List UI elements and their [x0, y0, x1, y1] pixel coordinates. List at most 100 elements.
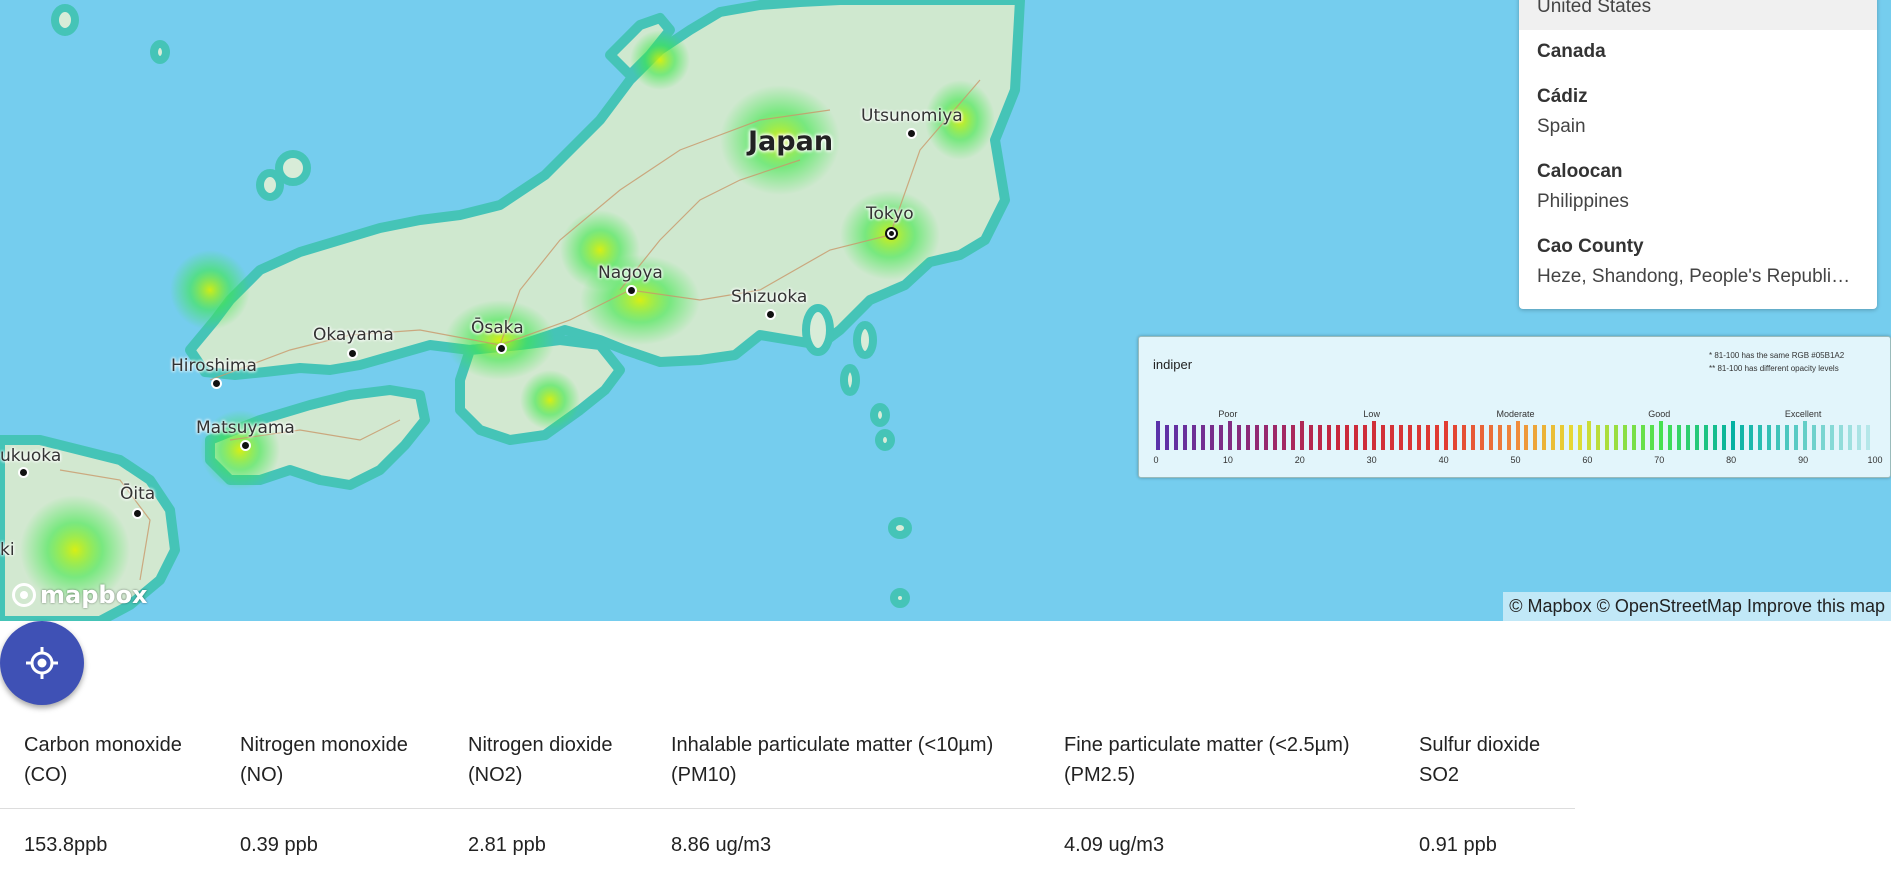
legend-color-step	[1686, 425, 1691, 450]
legend-color-step	[1803, 421, 1808, 450]
city-dot-matsuyama[interactable]	[240, 440, 251, 451]
search-result-item[interactable]: Caloocan Philippines	[1519, 150, 1877, 225]
city-dot-osaka[interactable]	[496, 343, 507, 354]
legend-color-step	[1857, 425, 1862, 450]
legend-color-step	[1299, 421, 1304, 450]
city-dot-hiroshima[interactable]	[211, 378, 222, 389]
city-label-partial: ki	[0, 540, 15, 560]
legend-color-step	[1281, 425, 1286, 450]
legend-tick-label: 10	[1222, 455, 1233, 465]
legend-color-step	[1704, 425, 1709, 450]
legend-color-step	[1389, 425, 1394, 450]
legend-color-step	[1641, 425, 1646, 450]
legend-category-low: Low	[1363, 409, 1380, 419]
city-dot-okayama[interactable]	[347, 348, 358, 359]
value-so2: 0.91 ppb	[1419, 834, 1497, 856]
legend-color-step	[1614, 425, 1619, 450]
legend-tick-label: 60	[1582, 455, 1593, 465]
legend-tick-label: 20	[1294, 455, 1305, 465]
legend-color-step	[1506, 425, 1511, 450]
search-result-name: Canada	[1537, 41, 1606, 62]
legend-color-step	[1731, 421, 1736, 450]
header-pm10: Inhalable particulate matter (<10µm) (PM1…	[647, 712, 1040, 809]
legend-color-step	[1182, 425, 1187, 450]
search-results-dropdown: United States Canada Cádiz Spain Calooca…	[1519, 0, 1877, 309]
value-no2: 2.81 ppb	[468, 834, 546, 856]
city-label-tokyo: Tokyo	[866, 204, 914, 224]
improve-map-link[interactable]: Improve this map	[1747, 596, 1885, 617]
value-no: 0.39 ppb	[240, 834, 318, 856]
legend-color-step	[1479, 425, 1484, 450]
legend-color-step	[1416, 425, 1421, 450]
attribution-osm-link[interactable]: © OpenStreetMap	[1597, 596, 1742, 617]
search-result-subtitle: Philippines	[1537, 191, 1629, 212]
legend-color-step	[1191, 425, 1196, 450]
legend-color-step	[1605, 425, 1610, 450]
legend-color-step	[1794, 425, 1799, 450]
legend-color-step	[1533, 425, 1538, 450]
search-result-subtitle: Heze, Shandong, People's Republic of Chi…	[1537, 266, 1859, 287]
search-result-name: Cádiz	[1537, 86, 1588, 107]
legend-color-step	[1254, 425, 1259, 450]
header-pm25: Fine particulate matter (<2.5µm) (PM2.5)	[1040, 712, 1395, 809]
locate-me-button[interactable]	[0, 621, 84, 705]
city-dot-fukuoka[interactable]	[18, 467, 29, 478]
legend-color-step	[1425, 425, 1430, 450]
search-result-item[interactable]: United States	[1519, 0, 1877, 30]
capital-dot-tokyo[interactable]	[885, 227, 898, 240]
legend-color-step	[1398, 425, 1403, 450]
table-row: 153.8ppb 0.39 ppb 2.81 ppb 8.86 ug/m3 4.…	[0, 809, 1575, 883]
legend-color-step	[1470, 425, 1475, 450]
legend-color-step	[1578, 425, 1583, 450]
legend-color-step	[1236, 425, 1241, 450]
search-result-subtitle: Spain	[1537, 116, 1586, 137]
city-dot-utsunomiya[interactable]	[906, 128, 917, 139]
attribution-mapbox-link[interactable]: © Mapbox	[1509, 596, 1591, 617]
legend-color-step	[1326, 425, 1331, 450]
legend-color-step	[1821, 425, 1826, 450]
legend-note-rgb: * 81-100 has the same RGB #05B1A2	[1709, 351, 1845, 360]
mapbox-logo[interactable]: mapbox	[12, 581, 148, 609]
city-label-hiroshima: Hiroshima	[171, 356, 257, 376]
legend-color-step	[1830, 425, 1835, 450]
legend-color-step	[1722, 425, 1727, 450]
legend-color-step	[1209, 425, 1214, 450]
city-label-utsunomiya: Utsunomiya	[861, 106, 963, 126]
legend-category-moderate: Moderate	[1496, 409, 1535, 419]
legend-color-step	[1524, 425, 1529, 450]
city-dot-shizuoka[interactable]	[765, 309, 776, 320]
mapbox-logo-icon	[12, 583, 36, 607]
search-result-item[interactable]: Cao County Heze, Shandong, People's Repu…	[1519, 225, 1877, 300]
legend-color-step	[1659, 421, 1664, 450]
map-attribution: © Mapbox © OpenStreetMap Improve this ma…	[1503, 592, 1891, 621]
value-pm10: 8.86 ug/m3	[671, 834, 772, 856]
legend-color-step	[1713, 425, 1718, 450]
legend-color-step	[1344, 425, 1349, 450]
city-label-fukuoka: ukuoka	[0, 446, 62, 466]
country-label: Japan	[748, 126, 834, 157]
search-result-item[interactable]: Cádiz Spain	[1519, 75, 1877, 150]
legend-color-step	[1290, 425, 1295, 450]
header-co: Carbon monoxide (CO)	[0, 712, 216, 809]
legend-tick-label: 0	[1153, 455, 1159, 465]
legend-color-step	[1263, 425, 1268, 450]
legend-category-poor: Poor	[1218, 409, 1238, 419]
legend-color-step	[1156, 421, 1160, 450]
legend-color-step	[1632, 425, 1637, 450]
legend-color-step	[1371, 421, 1376, 450]
legend-color-step	[1488, 425, 1493, 450]
legend-color-step	[1695, 425, 1700, 450]
legend-color-step	[1551, 425, 1556, 450]
legend-color-step	[1434, 425, 1439, 450]
value-pm25: 4.09 ug/m3	[1064, 834, 1165, 856]
pollutant-table: Carbon monoxide (CO) Nitrogen monoxide (NO…	[0, 712, 1575, 882]
legend-color-step	[1362, 425, 1367, 450]
legend-category-excellent: Excellent	[1784, 409, 1822, 419]
search-result-item[interactable]: Canada	[1519, 30, 1877, 75]
city-dot-oita[interactable]	[132, 508, 143, 519]
legend-color-step	[1812, 425, 1817, 450]
city-dot-nagoya[interactable]	[626, 285, 637, 296]
legend-color-step	[1560, 425, 1565, 450]
legend-color-step	[1866, 425, 1870, 450]
search-result-name: Caloocan	[1537, 161, 1623, 182]
